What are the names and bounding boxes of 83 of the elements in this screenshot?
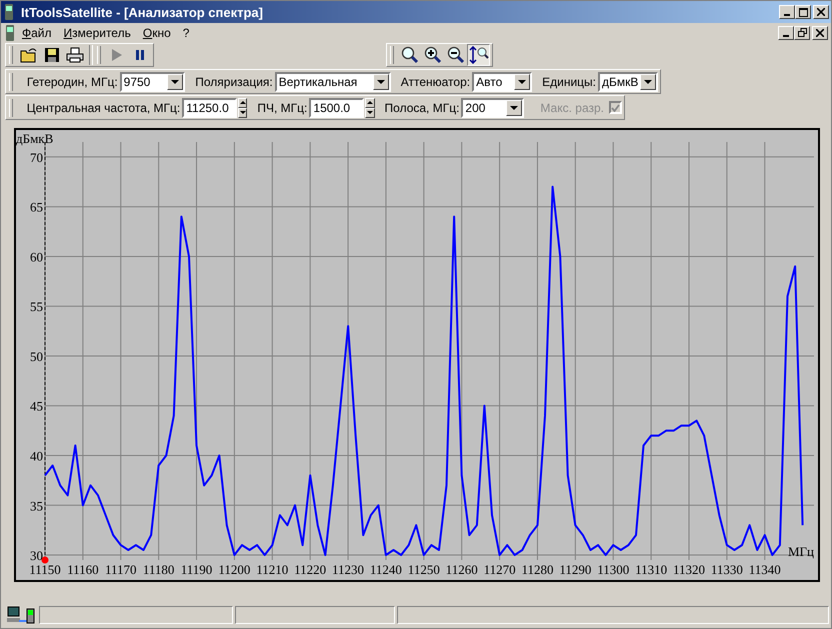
y-tick-label: 70 (30, 150, 43, 165)
menu-item[interactable]: Измеритель (58, 26, 137, 40)
dropdown[interactable]: Авто (472, 72, 532, 92)
device-icon (4, 24, 16, 40)
y-tick-label: 45 (30, 398, 43, 414)
magnifier-icon (400, 46, 418, 64)
number-field[interactable]: 1500.0 (309, 98, 364, 118)
x-tick-label: 11320 (672, 562, 705, 577)
y-tick-label: 35 (30, 498, 43, 514)
field-label: Макс. разр. (540, 100, 604, 114)
x-tick-label: 11160 (67, 562, 99, 577)
close-button[interactable] (813, 5, 829, 19)
field-label: Центральная частота, МГц: (26, 100, 180, 114)
x-tick-label: 11230 (332, 562, 364, 577)
zoom-vertical-button[interactable] (467, 44, 490, 66)
menu-item[interactable]: ? (176, 26, 196, 40)
pause-icon (134, 48, 144, 62)
menu-item[interactable]: Окно (136, 26, 177, 40)
dropdown-arrow-icon (644, 80, 652, 84)
x-tick-label: 11260 (446, 562, 478, 577)
x-tick-label: 11190 (180, 562, 212, 577)
spin-buttons[interactable] (238, 98, 248, 118)
close-button[interactable] (812, 26, 828, 40)
restore-icon (798, 28, 806, 37)
y-tick-label: 60 (30, 249, 43, 264)
dropdown-arrow-icon (376, 80, 385, 84)
x-tick-label: 11290 (559, 562, 592, 577)
spin-buttons[interactable] (364, 98, 375, 118)
maximize-icon (798, 8, 808, 16)
folder-icon (20, 47, 38, 63)
number-field[interactable]: 11250.0 (182, 98, 237, 118)
close-icon (816, 28, 824, 36)
x-tick-label: 11330 (710, 562, 743, 577)
dropdown-arrow-icon (518, 80, 526, 84)
restore-button[interactable] (794, 26, 810, 40)
dropdown[interactable]: 200 (461, 98, 524, 118)
x-tick-label: 11250 (408, 562, 440, 577)
dropdown[interactable]: Вертикальная (274, 72, 391, 92)
printer-icon (66, 47, 84, 63)
x-tick-label: 11200 (218, 562, 250, 577)
y-tick-label: 55 (30, 299, 43, 314)
x-tick-label: 11240 (370, 562, 402, 577)
minimize-icon (783, 34, 789, 36)
x-tick-label: 11220 (294, 562, 326, 577)
x-tick-label: 11340 (748, 562, 781, 577)
device-icon (3, 4, 15, 20)
field-label: Поляризация: (195, 74, 273, 88)
y-tick-label: 50 (30, 348, 43, 364)
y-tick-label: 40 (30, 448, 43, 464)
x-tick-label: 11280 (521, 562, 554, 577)
x-tick-label: 11150 (29, 562, 61, 577)
minimize-button[interactable] (778, 26, 794, 40)
floppy-icon (44, 47, 60, 63)
magnifier-icon (446, 46, 464, 64)
x-tick-label: 11270 (484, 562, 516, 577)
y-tick-label: 30 (30, 548, 43, 564)
dropdown-arrow-icon (171, 80, 180, 84)
field-label: ПЧ, МГц: (257, 100, 308, 114)
close-icon (817, 8, 825, 16)
x-tick-label: 11310 (635, 562, 668, 577)
maximize-button[interactable] (795, 5, 811, 19)
dropdown[interactable]: дБмкВ (598, 72, 658, 92)
dropdown[interactable]: 9750 (120, 72, 186, 92)
vertical-zoom-icon (468, 46, 488, 64)
menu-item[interactable]: Файл (16, 26, 58, 40)
x-tick-label: 11210 (256, 562, 288, 577)
x-axis-title: МГц (788, 544, 814, 559)
cursor-marker (42, 556, 48, 564)
field-label: Аттенюатор: (400, 74, 470, 88)
window-title: ItToolsSatellite - [Анализатор спектра] (21, 4, 263, 20)
minimize-icon (784, 14, 790, 16)
y-tick-label: 65 (30, 200, 43, 215)
minimize-button[interactable] (779, 5, 795, 19)
dropdown-arrow-icon (510, 106, 518, 110)
x-tick-label: 11170 (105, 562, 137, 577)
y-axis-title: дБмкВ (16, 131, 54, 146)
field-label: Гетеродин, МГц: (26, 74, 118, 88)
magnifier-icon (424, 46, 442, 64)
x-tick-label: 11180 (142, 562, 174, 577)
field-label: Полоса, МГц: (384, 100, 460, 114)
play-icon (110, 48, 122, 62)
field-label: Единицы: (542, 74, 596, 88)
x-tick-label: 11300 (597, 562, 630, 577)
